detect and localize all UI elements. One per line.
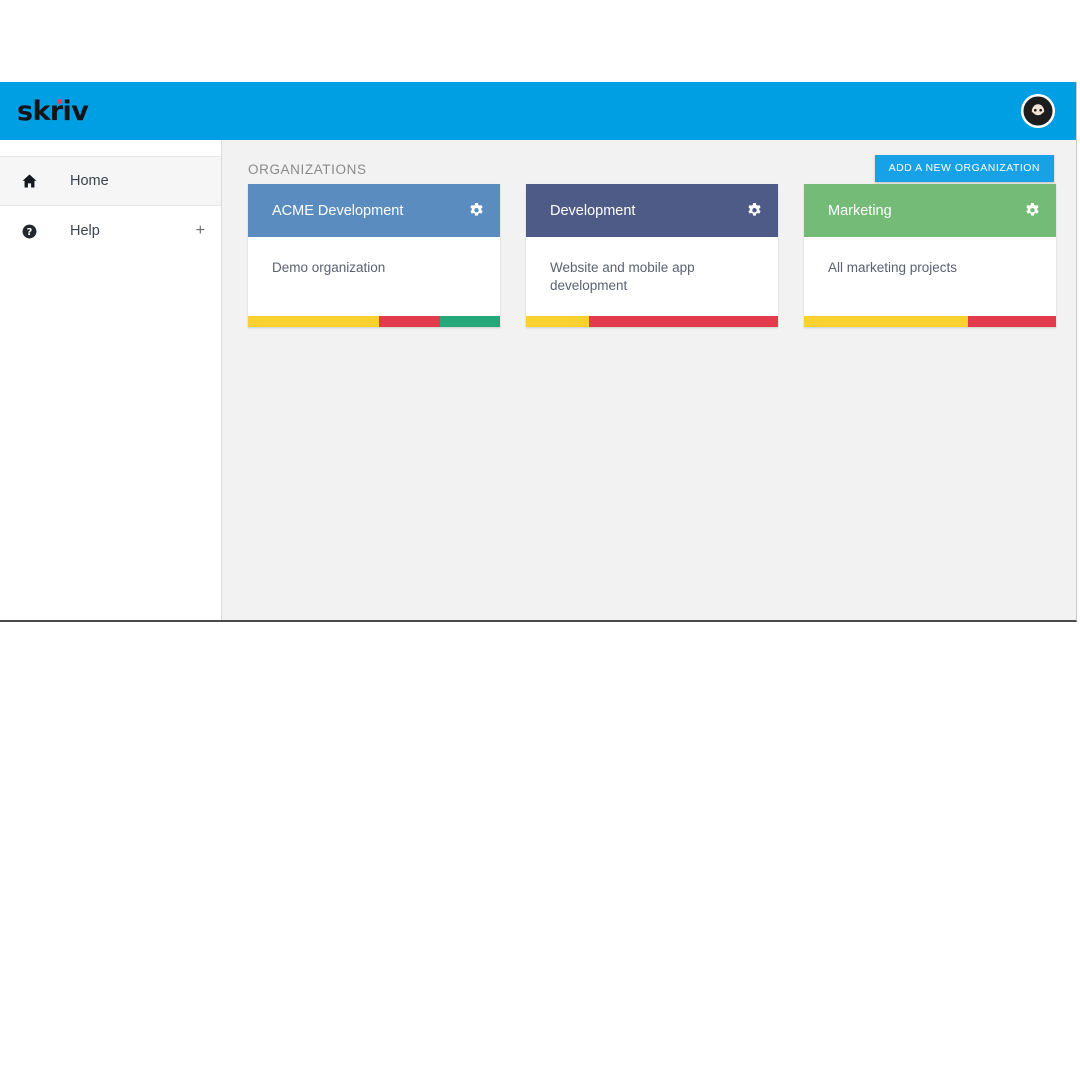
gear-icon[interactable] xyxy=(467,202,485,220)
organization-card-body: Demo organization xyxy=(248,237,500,316)
organization-name: ACME Development xyxy=(272,202,404,219)
brand-name: skriv xyxy=(17,95,89,127)
status-bar-segment xyxy=(804,316,968,327)
brand-logo[interactable]: skriv xyxy=(17,95,89,127)
bearded-user-avatar-icon xyxy=(1021,94,1055,128)
organization-status-bar xyxy=(526,316,778,327)
gear-icon[interactable] xyxy=(1023,202,1041,220)
organization-status-bar xyxy=(804,316,1056,327)
svg-text:?: ? xyxy=(27,227,33,238)
organization-card-header: Development xyxy=(526,184,778,237)
add-a-new-organization-button[interactable]: ADD A NEW ORGANIZATION xyxy=(874,155,1054,182)
sidebar-item-help[interactable]: ? Help + xyxy=(0,206,221,256)
organization-card[interactable]: Marketing All marketing projects xyxy=(804,184,1056,327)
status-bar-segment xyxy=(589,316,778,327)
page-title: ORGANIZATIONS xyxy=(248,162,367,177)
status-bar-segment xyxy=(439,316,500,327)
app-window: skriv Home ? Help + ORGANIZATIONS ADD A … xyxy=(0,82,1077,622)
main-content: ORGANIZATIONS ADD A NEW ORGANIZATION ACM… xyxy=(222,140,1076,620)
organization-card[interactable]: ACME Development Demo organization xyxy=(248,184,500,327)
organization-card-header: ACME Development xyxy=(248,184,500,237)
user-avatar[interactable] xyxy=(1021,94,1055,128)
status-bar-segment xyxy=(967,316,1056,327)
help-circle-icon: ? xyxy=(22,224,42,239)
sidebar-item-expander[interactable]: + xyxy=(196,223,205,239)
status-bar-segment xyxy=(248,316,380,327)
organization-description: Website and mobile app development xyxy=(550,260,695,294)
organization-status-bar xyxy=(248,316,500,327)
status-bar-segment xyxy=(526,316,589,327)
organization-description: All marketing projects xyxy=(828,260,958,275)
organization-name: Development xyxy=(550,202,636,219)
organization-card-body: All marketing projects xyxy=(804,237,1056,316)
status-bar-segment xyxy=(379,316,440,327)
brand-dot-icon xyxy=(57,98,62,104)
organization-card-header: Marketing xyxy=(804,184,1056,237)
organization-card[interactable]: Development Website and mobile app devel… xyxy=(526,184,778,327)
top-bar: skriv xyxy=(0,82,1076,140)
sidebar-item-label: Help xyxy=(70,223,100,239)
sidebar: Home ? Help + xyxy=(0,140,222,620)
organization-card-list: ACME Development Demo organization Devel… xyxy=(248,184,1056,327)
sidebar-item-label: Home xyxy=(70,173,109,189)
organization-name: Marketing xyxy=(828,202,892,219)
home-icon xyxy=(22,174,42,188)
organization-description: Demo organization xyxy=(272,260,386,275)
sidebar-item-home[interactable]: Home xyxy=(0,156,221,206)
organization-card-body: Website and mobile app development xyxy=(526,237,778,316)
gear-icon[interactable] xyxy=(745,202,763,220)
